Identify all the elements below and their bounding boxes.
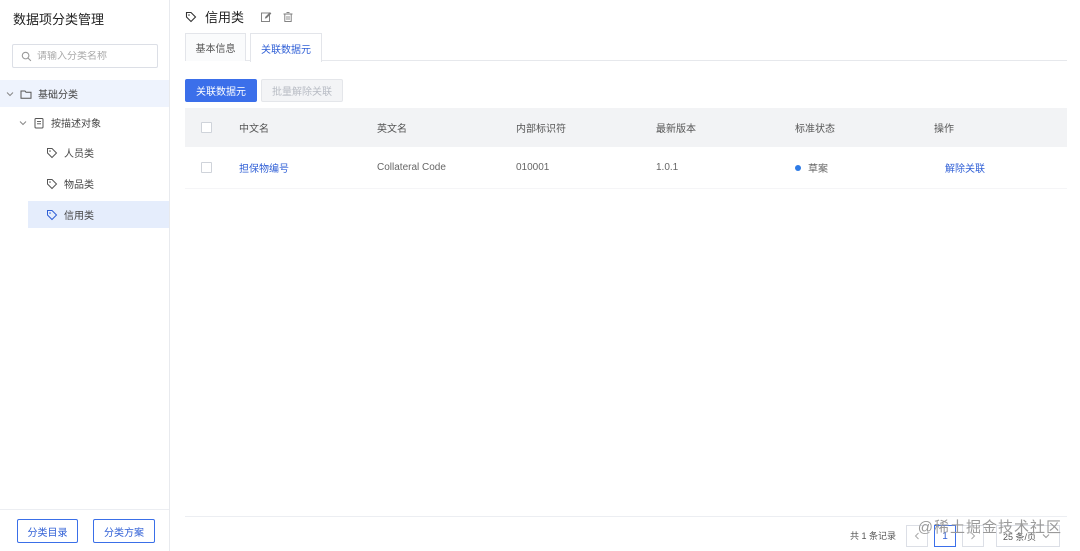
column-header-action: 操作 <box>934 124 954 135</box>
chevron-down-icon[interactable] <box>6 90 14 98</box>
pagination-total: 共 1 条记录 <box>850 531 897 541</box>
column-header-name-en[interactable]: 英文名 <box>377 108 407 147</box>
unlink-action-link[interactable]: 解除关联 <box>945 147 985 188</box>
status-dot <box>795 164 801 171</box>
table-header: 中文名 英文名 内部标识符 最新版本 标准状态 操作 <box>185 108 1067 147</box>
select-all-checkbox[interactable] <box>201 122 212 133</box>
column-header-name-cn[interactable]: 中文名 <box>239 108 269 147</box>
row-select-cell <box>201 147 212 188</box>
select-all-cell <box>201 108 212 147</box>
data-element-table: 中文名 英文名 内部标识符 最新版本 标准状态 操作 担保物编号 Collate… <box>185 108 1067 189</box>
tab-linked-data-elements[interactable]: 关联数据元 <box>250 33 322 62</box>
tag-icon <box>47 209 58 220</box>
tree-node-label: 信用类 <box>64 211 94 222</box>
tree-node-label: 基础分类 <box>38 90 78 101</box>
column-header-status[interactable]: 标准状态 <box>795 108 835 147</box>
watermark: @稀土掘金技术社区 <box>917 519 1062 536</box>
folder-icon <box>20 90 32 99</box>
tree-node-goods[interactable]: 物品类 <box>0 170 169 197</box>
detail-tabs: 基本信息 关联数据元 <box>185 33 1067 62</box>
table-row: 担保物编号 Collateral Code 010001 1.0.1 草案 解除… <box>185 147 1067 189</box>
page-title: 信用类 <box>205 10 245 25</box>
tree-node-personnel[interactable]: 人员类 <box>0 139 169 166</box>
tag-icon <box>47 178 58 189</box>
edit-icon[interactable] <box>260 11 272 23</box>
page-header: 信用类 <box>185 7 304 26</box>
tag-icon <box>47 147 58 158</box>
cell-internal-id: 010001 <box>516 162 550 173</box>
column-header-internal-id[interactable]: 内部标识符 <box>516 108 566 147</box>
sidebar-footer: 分类目录 分类方案 <box>0 509 169 551</box>
tree-node-label: 按描述对象 <box>51 119 101 130</box>
tab-basic-info[interactable]: 基本信息 <box>185 33 246 61</box>
cell-status: 草案 <box>795 147 828 188</box>
category-scheme-button[interactable]: 分类方案 <box>93 519 155 543</box>
link-data-element-button[interactable]: 关联数据元 <box>185 79 257 102</box>
row-checkbox[interactable] <box>201 162 212 173</box>
batch-unlink-button[interactable]: 批量解除关联 <box>261 79 343 102</box>
column-header-version[interactable]: 最新版本 <box>656 108 696 147</box>
tree-node-by-object[interactable]: 按描述对象 <box>0 109 169 136</box>
category-search[interactable] <box>12 44 158 68</box>
cell-name-cn[interactable]: 担保物编号 <box>239 147 289 188</box>
status-text: 草案 <box>808 164 828 175</box>
search-icon <box>21 51 32 61</box>
document-icon <box>34 117 44 128</box>
sidebar-title: 数据项分类管理 <box>13 12 105 27</box>
tree-node-credit[interactable]: 信用类 <box>28 201 169 228</box>
tree-node-label: 人员类 <box>64 149 94 160</box>
category-catalog-button[interactable]: 分类目录 <box>17 519 78 543</box>
cell-name-en: Collateral Code <box>377 162 446 173</box>
tree-node-label: 物品类 <box>64 180 94 191</box>
tree-node-base-category[interactable]: 基础分类 <box>0 80 169 107</box>
sidebar: 数据项分类管理 基础分类 按描述对象 人员类 物品类 信用类 <box>0 0 170 551</box>
chevron-down-icon[interactable] <box>19 119 27 127</box>
app-root: 数据项分类管理 基础分类 按描述对象 人员类 物品类 信用类 <box>0 0 1080 551</box>
delete-icon[interactable] <box>282 11 294 23</box>
cell-version: 1.0.1 <box>656 162 679 173</box>
category-search-input[interactable] <box>37 50 152 62</box>
tag-icon <box>185 11 197 22</box>
